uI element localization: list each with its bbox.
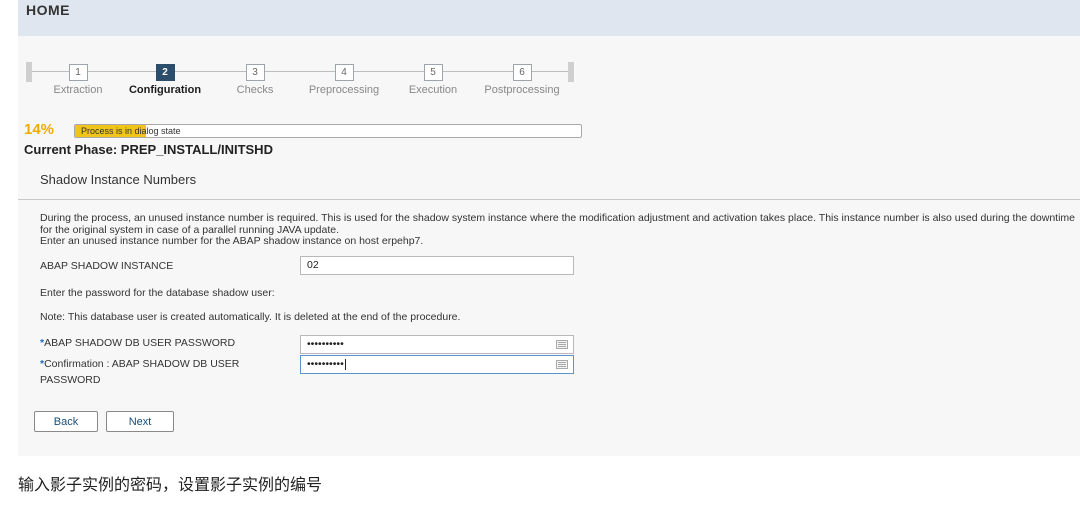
step-label: Postprocessing [484, 84, 560, 96]
home-title[interactable]: HOME [26, 2, 70, 18]
confirm-label-line1: Confirmation : ABAP SHADOW DB USER [44, 358, 240, 370]
roadmap: 1 Extraction 2 Configuration 3 Checks 4 … [18, 58, 578, 102]
roadmap-step-postprocessing[interactable]: 6 Postprocessing [462, 58, 582, 96]
description-instruction: Enter an unused instance number for the … [40, 235, 424, 248]
step-number: 3 [245, 64, 265, 81]
password-input[interactable]: •••••••••• [300, 335, 574, 354]
progress-status-text: Process is in dialog state [81, 126, 181, 136]
virtual-keyboard-icon[interactable] [556, 340, 568, 349]
shadow-instance-input[interactable]: 02 [300, 256, 574, 275]
step-number: 2 [155, 64, 175, 81]
confirm-label: *Confirmation : ABAP SHADOW DB USER PASS… [40, 356, 239, 388]
password-value: •••••••••• [307, 338, 344, 350]
progress-percent: 14% [24, 121, 55, 138]
confirm-password-input[interactable]: •••••••••• [300, 355, 574, 374]
virtual-keyboard-icon[interactable] [556, 360, 568, 369]
instance-label: ABAP SHADOW INSTANCE [40, 260, 174, 272]
step-number: 5 [423, 64, 443, 81]
confirm-password-value: •••••••••• [307, 358, 344, 370]
home-header: HOME [18, 0, 1080, 36]
description-block: During the process, an unused instance n… [40, 212, 1080, 248]
text-cursor [344, 358, 346, 370]
back-button[interactable]: Back [34, 411, 98, 432]
section-title: Shadow Instance Numbers [40, 172, 197, 187]
note-text: Note: This database user is created auto… [40, 311, 461, 323]
step-number: 6 [512, 64, 532, 81]
password-label-text: ABAP SHADOW DB USER PASSWORD [44, 337, 236, 349]
description-paragraph: During the process, an unused instance n… [40, 212, 1076, 236]
confirm-label-line2: PASSWORD [40, 374, 101, 386]
shadow-instance-value: 02 [307, 259, 319, 271]
password-prompt: Enter the password for the database shad… [40, 287, 275, 299]
step-number: 4 [334, 64, 354, 81]
section-divider [18, 199, 1080, 200]
password-label: *ABAP SHADOW DB USER PASSWORD [40, 337, 235, 349]
current-phase: Current Phase: PREP_INSTALL/INITSHD [24, 142, 273, 157]
screenshot-area: HOME 1 Extraction 2 Configuration 3 Chec… [18, 0, 1080, 456]
caption-text: 输入影子实例的密码，设置影子实例的编号 [18, 475, 323, 494]
step-number: 1 [68, 64, 88, 81]
next-button[interactable]: Next [106, 411, 174, 432]
progress-bar: Process is in dialog state [74, 124, 582, 138]
